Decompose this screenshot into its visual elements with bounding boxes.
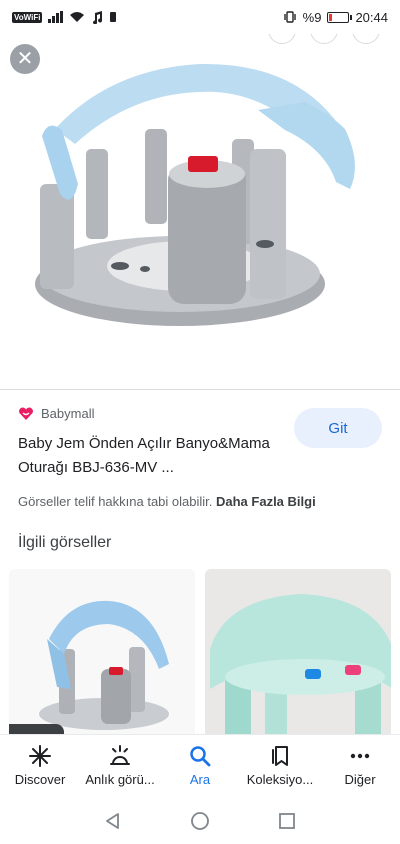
nav-discover[interactable]: Discover	[0, 744, 80, 787]
back-icon[interactable]	[103, 811, 123, 831]
result-title[interactable]: Baby Jem Önden Açılır Banyo&Mama Oturağı…	[18, 432, 288, 480]
baby-bath-seat-image	[35, 63, 355, 326]
battery-icon	[327, 11, 353, 23]
bottom-navigation: Discover Anlık görü... Ara Koleksiyo... …	[0, 734, 400, 796]
music-icon	[93, 10, 103, 24]
status-right: %9 20:44	[283, 10, 388, 25]
signal-icon	[48, 11, 64, 23]
more-info-link[interactable]: Daha Fazla Bilgi	[216, 494, 316, 509]
related-images	[9, 569, 391, 734]
related-heading: İlgili görseller	[18, 534, 112, 551]
status-bar: VoWiFi %9 20:44	[0, 0, 400, 34]
battery-saver-icon	[110, 12, 117, 22]
divider-top	[0, 389, 400, 390]
nav-updates[interactable]: Anlık görü...	[80, 744, 160, 787]
top-action-circles	[268, 34, 380, 44]
nav-label: Diğer	[344, 772, 376, 787]
result-info: Babymall Baby Jem Önden Açılır Banyo&Mam…	[18, 398, 384, 480]
close-button[interactable]: ✕	[10, 44, 40, 74]
bath-seat-thumbnail-blue	[39, 600, 169, 730]
nav-label: Ara	[189, 772, 211, 787]
license-notice: Görseller telif hakkına tabi olabilir. D…	[18, 494, 316, 509]
nav-label: Koleksiyo...	[246, 772, 314, 787]
wifi-icon	[70, 12, 85, 22]
bath-seat-thumbnail-mint	[210, 594, 391, 734]
source-name: Babymall	[41, 406, 95, 421]
nav-more[interactable]: Diğer	[320, 744, 400, 787]
home-icon[interactable]	[190, 811, 210, 831]
updates-icon	[110, 745, 130, 765]
hero-image[interactable]: ✕	[0, 34, 400, 389]
vibrate-icon	[283, 11, 296, 23]
babymall-logo-icon	[19, 407, 33, 420]
visit-button[interactable]: Git	[294, 408, 382, 448]
nav-search[interactable]: Ara	[160, 744, 240, 787]
image-badge	[9, 724, 64, 734]
collections-icon	[272, 746, 288, 766]
nav-collections[interactable]: Koleksiyo...	[240, 744, 320, 787]
more-icon	[350, 753, 370, 759]
license-text: Görseller telif hakkına tabi olabilir.	[18, 494, 213, 509]
vowifi-badge: VoWiFi	[12, 11, 43, 23]
system-navigation	[0, 797, 400, 844]
nav-label: Anlık görü...	[85, 772, 155, 787]
related-image-1[interactable]	[9, 569, 195, 734]
nav-label: Discover	[14, 772, 66, 787]
close-icon: ✕	[16, 48, 34, 70]
battery-percent: %9	[302, 9, 322, 25]
clock: 20:44	[355, 9, 388, 25]
status-left: VoWiFi	[12, 10, 117, 24]
search-icon	[190, 746, 211, 767]
recents-icon[interactable]	[277, 811, 297, 831]
related-image-2[interactable]	[205, 569, 391, 734]
asterisk-icon	[29, 745, 51, 767]
